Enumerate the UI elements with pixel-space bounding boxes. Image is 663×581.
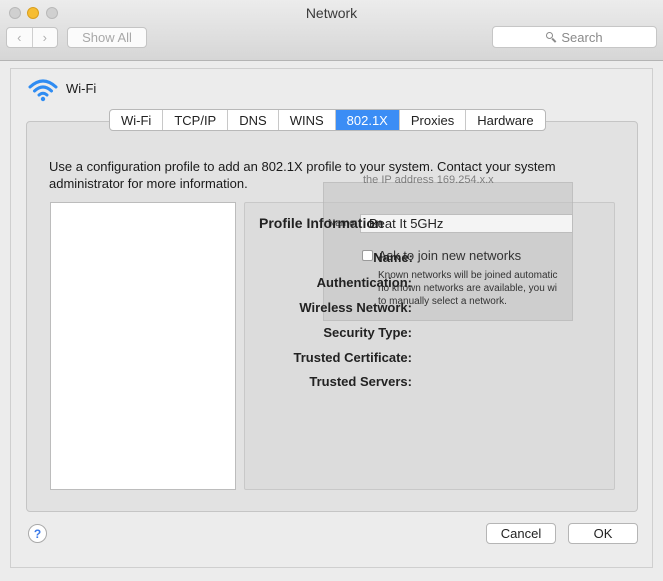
wireless-network-label: Wireless Network: xyxy=(299,300,412,315)
back-forward-control: ‹ › xyxy=(6,27,58,48)
search-icon xyxy=(546,31,557,43)
tab-dns[interactable]: DNS xyxy=(228,110,279,130)
profile-list[interactable] xyxy=(50,202,236,490)
cancel-button[interactable]: Cancel xyxy=(486,523,556,544)
trusted-servers-label: Trusted Servers: xyxy=(309,374,412,389)
ok-button[interactable]: OK xyxy=(568,523,638,544)
tab-proxies[interactable]: Proxies xyxy=(400,110,467,130)
window-toolbar: Network ‹ › Show All Search xyxy=(0,0,663,61)
tab-bar: Wi-Fi TCP/IP DNS WINS 802.1X Proxies Har… xyxy=(109,109,546,131)
trusted-certificate-label: Trusted Certificate: xyxy=(293,350,412,365)
back-button[interactable]: ‹ xyxy=(7,28,32,47)
tab-tcp-ip[interactable]: TCP/IP xyxy=(163,110,229,130)
wifi-icon xyxy=(28,79,58,102)
profile-information-heading: Profile Information xyxy=(259,215,384,231)
overlay-top-text: the IP address 169.254.x.x xyxy=(363,174,494,186)
authentication-label: Authentication: xyxy=(316,275,412,290)
tab-hardware[interactable]: Hardware xyxy=(466,110,544,130)
help-button[interactable]: ? xyxy=(28,524,47,543)
name-label: Name: xyxy=(373,250,413,265)
tab-802-1x[interactable]: 802.1X xyxy=(335,110,400,130)
security-type-label: Security Type: xyxy=(323,325,412,340)
window-title: Network xyxy=(305,5,358,21)
search-placeholder: Search xyxy=(561,29,603,45)
network-name-field[interactable]: Beat It 5GHz xyxy=(360,214,573,233)
forward-button[interactable]: › xyxy=(31,28,58,47)
tab-wifi[interactable]: Wi-Fi xyxy=(110,110,164,130)
tab-wins[interactable]: WINS xyxy=(279,110,336,130)
search-field[interactable]: Search xyxy=(492,26,657,48)
interface-name: Wi-Fi xyxy=(66,81,97,96)
show-all-button[interactable]: Show All xyxy=(67,27,147,48)
